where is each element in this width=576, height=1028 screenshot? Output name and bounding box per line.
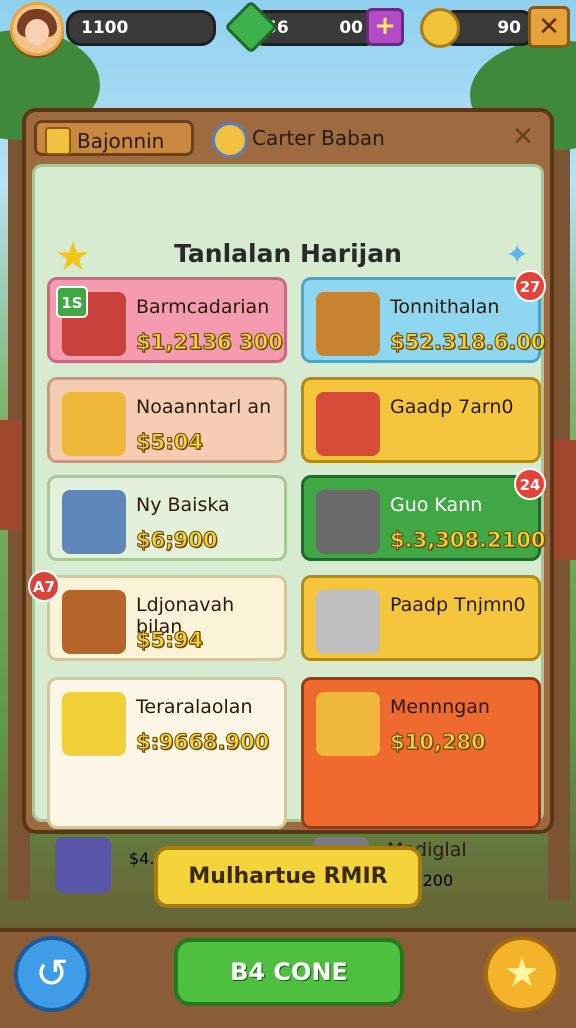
chest-icon	[62, 490, 126, 554]
item-card[interactable]: Noaanntarl an $5:04	[47, 377, 287, 463]
panel-content: ★ Tanlalan Harijan ✦ Barmcadarian $1,2136…	[28, 164, 546, 893]
panel-close-button[interactable]: ✕	[506, 120, 540, 154]
item-badge: A7	[28, 570, 60, 602]
fruit-icon	[62, 392, 126, 456]
page-title: Tanlalan Harijan	[174, 239, 402, 268]
item-card[interactable]: Barmcadarian $1,2136 300 1S	[47, 277, 287, 363]
item-price: $6;900	[135, 528, 218, 553]
item-title: Gaadp 7arn0	[390, 396, 514, 418]
item-price: $.3,308.2100	[389, 528, 546, 553]
treasure-chest-icon	[62, 590, 126, 654]
item-title: Tonnithalan	[390, 296, 500, 318]
add-gems-button[interactable]: +	[366, 8, 404, 46]
item-price: $:9668.900	[135, 730, 270, 755]
mango-icon	[62, 692, 126, 756]
item-title: Barmcadarian	[136, 296, 270, 318]
tab-bajonnin[interactable]: Bajonnin	[34, 120, 194, 156]
item-card[interactable]: Mennngan $10,280	[301, 677, 541, 829]
clock-icon	[212, 122, 248, 158]
item-badge: 27	[514, 270, 546, 302]
gem-count-extra: 00	[339, 18, 363, 38]
item-title: Ny Baiska	[136, 494, 230, 516]
item-card[interactable]: Teraralaolan $:9668.900	[47, 677, 287, 829]
telescope-icon	[316, 292, 380, 356]
item-price: $10,280	[390, 730, 487, 755]
item-card[interactable]: Tonnithalan $52.318.6.00 27	[301, 270, 546, 363]
tab-label: Bajonnin	[77, 129, 165, 153]
player-value: 1100	[66, 10, 216, 46]
item-title: Mennngan	[390, 696, 490, 718]
item-card[interactable]: Paadp Tnjmn0	[301, 575, 541, 661]
close-button[interactable]: ✕	[528, 6, 570, 48]
coin-count: 90	[497, 18, 521, 38]
item-card[interactable]: Gaadp 7arn0	[301, 377, 541, 463]
box-icon	[316, 590, 380, 654]
item-badge: 1S	[56, 286, 88, 318]
item-price: $5:94	[136, 628, 204, 653]
card-icon	[45, 127, 71, 155]
favorite-button[interactable]: ★	[484, 936, 560, 1012]
sparkle-icon: ✦	[505, 238, 529, 271]
item-price: $52.318.6.00	[389, 330, 546, 355]
item-badge: 24	[514, 468, 546, 500]
shop-panel: Bajonnin Carter Baban ✕ ★ Tanlalan Harij…	[22, 108, 554, 893]
tool-icon	[316, 490, 380, 554]
item-title: Noaanntarl an	[136, 396, 272, 418]
item-card[interactable]: Ny Baiska $6;900	[47, 475, 287, 561]
item-card[interactable]: Guo Kann $.3,308.2100 24	[301, 468, 546, 561]
item-price: $5:04	[136, 430, 204, 455]
book-icon	[316, 392, 380, 456]
tab-label: Carter Baban	[252, 126, 385, 150]
item-card[interactable]: Ldjonavah bilan $5:94 A7	[28, 570, 287, 661]
main-action-button[interactable]: Mulhartue RMIR	[154, 846, 422, 908]
back-button[interactable]: ↺	[14, 936, 90, 1012]
player-avatar[interactable]	[10, 2, 64, 56]
potion-icon	[55, 837, 111, 893]
item-price: $1,2136 300	[136, 330, 284, 355]
item-title: Guo Kann	[390, 494, 483, 516]
item-title: Teraralaolan	[136, 696, 253, 718]
bee-icon	[316, 692, 380, 756]
go-button[interactable]: B4 CONE	[174, 938, 404, 1006]
coin-icon	[420, 8, 460, 48]
tab-carter-baban[interactable]: Carter Baban	[212, 120, 392, 158]
item-title: Paadp Tnjmn0	[390, 594, 526, 616]
top-bar: 1100 56 00 + 90 ✕	[0, 0, 576, 56]
